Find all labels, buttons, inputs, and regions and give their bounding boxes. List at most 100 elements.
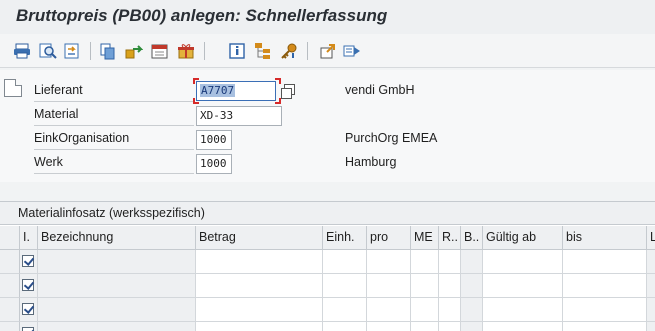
unit-cell[interactable] bbox=[323, 274, 367, 298]
indicator-cell[interactable] bbox=[20, 298, 38, 322]
column-header-amount[interactable]: Betrag bbox=[196, 226, 323, 250]
find-next-icon[interactable] bbox=[62, 41, 82, 61]
row-selector-header[interactable] bbox=[0, 226, 20, 250]
per-cell[interactable] bbox=[367, 322, 411, 331]
per-cell[interactable] bbox=[367, 274, 411, 298]
l-cell[interactable] bbox=[647, 322, 655, 331]
b-cell bbox=[461, 298, 483, 322]
material-input[interactable]: XD-33 bbox=[196, 106, 282, 126]
uom-cell[interactable] bbox=[411, 274, 439, 298]
indicator-cell[interactable] bbox=[20, 274, 38, 298]
table-row[interactable] bbox=[0, 250, 655, 274]
table-row[interactable] bbox=[0, 298, 655, 322]
amount-cell[interactable] bbox=[196, 298, 323, 322]
column-header-valid-to[interactable]: bis bbox=[563, 226, 647, 250]
uom-cell[interactable] bbox=[411, 250, 439, 274]
l-cell[interactable] bbox=[647, 298, 655, 322]
supplier-value: A7707 bbox=[200, 84, 236, 97]
calendar-icon[interactable] bbox=[150, 41, 170, 61]
purchasing-org-label: EinkOrganisation bbox=[34, 128, 194, 150]
description-cell bbox=[38, 322, 196, 331]
column-header-per[interactable]: pro bbox=[367, 226, 411, 250]
per-cell[interactable] bbox=[367, 250, 411, 274]
key-icon[interactable] bbox=[279, 41, 299, 61]
description-cell bbox=[38, 274, 196, 298]
valid-to-cell[interactable] bbox=[563, 250, 647, 274]
export-icon[interactable] bbox=[318, 41, 338, 61]
description-cell bbox=[38, 250, 196, 274]
table-caption: Materialinfosatz (werksspezifisch) bbox=[0, 202, 655, 225]
r-cell[interactable] bbox=[439, 250, 461, 274]
row-checkbox[interactable] bbox=[22, 279, 34, 291]
window-title: Bruttopreis (PB00) anlegen: Schnellerfas… bbox=[16, 6, 388, 25]
b-cell bbox=[461, 274, 483, 298]
valid-from-cell[interactable] bbox=[483, 322, 563, 331]
next-screen-icon[interactable] bbox=[342, 41, 362, 61]
table-row[interactable] bbox=[0, 322, 655, 331]
indicator-cell[interactable] bbox=[20, 250, 38, 274]
column-header-description[interactable]: Bezeichnung bbox=[38, 226, 196, 250]
info-icon[interactable] bbox=[227, 41, 247, 61]
supplier-label: Lieferant bbox=[34, 80, 194, 102]
valid-to-cell[interactable] bbox=[563, 298, 647, 322]
unit-cell[interactable] bbox=[323, 250, 367, 274]
move-icon[interactable] bbox=[124, 41, 144, 61]
row-checkbox[interactable] bbox=[22, 327, 34, 331]
row-checkbox[interactable] bbox=[22, 303, 34, 315]
row-selector[interactable] bbox=[0, 274, 20, 298]
supplier-input[interactable]: A7707 bbox=[196, 81, 276, 101]
plant-description: Hamburg bbox=[345, 155, 397, 169]
amount-cell[interactable] bbox=[196, 250, 323, 274]
r-cell[interactable] bbox=[439, 274, 461, 298]
value-help-icon[interactable] bbox=[280, 84, 296, 99]
table-row[interactable] bbox=[0, 274, 655, 298]
row-selector[interactable] bbox=[0, 322, 20, 331]
toolbar-separator bbox=[204, 42, 205, 60]
column-header-b[interactable]: B.. bbox=[461, 226, 483, 250]
title-bar: Bruttopreis (PB00) anlegen: Schnellerfas… bbox=[0, 0, 655, 34]
amount-cell[interactable] bbox=[196, 274, 323, 298]
uom-cell[interactable] bbox=[411, 298, 439, 322]
toolbar-separator bbox=[307, 42, 308, 60]
r-cell[interactable] bbox=[439, 322, 461, 331]
r-cell[interactable] bbox=[439, 298, 461, 322]
uom-cell[interactable] bbox=[411, 322, 439, 331]
per-cell[interactable] bbox=[367, 298, 411, 322]
document-icon[interactable] bbox=[4, 79, 22, 97]
b-cell bbox=[461, 322, 483, 331]
valid-from-cell[interactable] bbox=[483, 250, 563, 274]
unit-cell[interactable] bbox=[323, 322, 367, 331]
l-cell[interactable] bbox=[647, 250, 655, 274]
purchasing-org-description: PurchOrg EMEA bbox=[345, 131, 438, 145]
unit-cell[interactable] bbox=[323, 298, 367, 322]
column-header-valid-from[interactable]: Gültig ab bbox=[483, 226, 563, 250]
search-icon[interactable] bbox=[38, 41, 58, 61]
valid-to-cell[interactable] bbox=[563, 322, 647, 331]
supplier-description: vendi GmbH bbox=[345, 83, 415, 97]
valid-to-cell[interactable] bbox=[563, 274, 647, 298]
column-header-r[interactable]: R.. bbox=[439, 226, 461, 250]
print-icon[interactable] bbox=[12, 41, 32, 61]
copy-icon[interactable] bbox=[98, 41, 118, 61]
row-selector[interactable] bbox=[0, 298, 20, 322]
focus-corner-top-left bbox=[193, 78, 199, 84]
info-record-table: Materialinfosatz (werksspezifisch) I. Be… bbox=[0, 201, 655, 331]
column-header-unit[interactable]: Einh. bbox=[323, 226, 367, 250]
description-cell bbox=[38, 298, 196, 322]
column-header-uom[interactable]: ME bbox=[411, 226, 439, 250]
l-cell[interactable] bbox=[647, 274, 655, 298]
hierarchy-icon[interactable] bbox=[253, 41, 273, 61]
row-checkbox[interactable] bbox=[22, 255, 34, 267]
purchasing-org-input[interactable]: 1000 bbox=[196, 130, 232, 150]
column-header-indicator[interactable]: I. bbox=[20, 226, 38, 250]
valid-from-cell[interactable] bbox=[483, 298, 563, 322]
plant-input[interactable]: 1000 bbox=[196, 154, 232, 174]
amount-cell[interactable] bbox=[196, 322, 323, 331]
plant-label: Werk bbox=[34, 152, 194, 174]
column-header-l[interactable]: L bbox=[647, 226, 655, 250]
gift-icon[interactable] bbox=[176, 41, 196, 61]
indicator-cell[interactable] bbox=[20, 322, 38, 331]
row-selector[interactable] bbox=[0, 250, 20, 274]
valid-from-cell[interactable] bbox=[483, 274, 563, 298]
material-label: Material bbox=[34, 104, 194, 126]
